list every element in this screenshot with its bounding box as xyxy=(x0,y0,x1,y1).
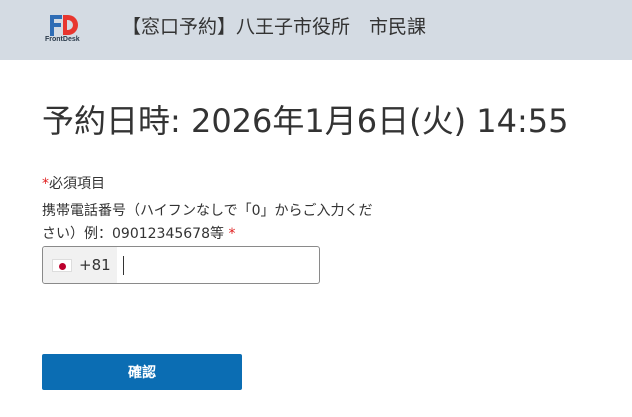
phone-input-group: +81 xyxy=(42,246,320,284)
phone-field-label: 携帯電話番号（ハイフンなしで「0」からご入力ください）例：09012345678… xyxy=(42,200,382,246)
confirm-button[interactable]: 確認 xyxy=(42,354,242,390)
required-star: * xyxy=(42,176,49,192)
frontdesk-logo-icon xyxy=(50,15,78,36)
reservation-datetime-title: 予約日時: 2026年1月6日(火) 14:55 xyxy=(42,102,569,140)
phone-required-star: * xyxy=(228,226,236,242)
header-title: 【窓口予約】八王子市役所 市民課 xyxy=(122,16,427,38)
jp-flag-icon xyxy=(52,259,72,272)
country-selector[interactable]: +81 xyxy=(43,247,117,283)
required-note: *必須項目 xyxy=(42,175,105,193)
phone-number-input[interactable] xyxy=(119,249,309,281)
logo-text: FrontDesk xyxy=(45,36,80,43)
country-dial-code: +81 xyxy=(79,256,111,274)
app-header: FrontDesk 【窓口予約】八王子市役所 市民課 xyxy=(0,0,632,60)
phone-field-label-text: 携帯電話番号（ハイフンなしで「0」からご入力ください）例：09012345678… xyxy=(42,203,373,242)
required-note-text: 必須項目 xyxy=(49,176,105,192)
frontdesk-logo: FrontDesk xyxy=(44,12,84,46)
